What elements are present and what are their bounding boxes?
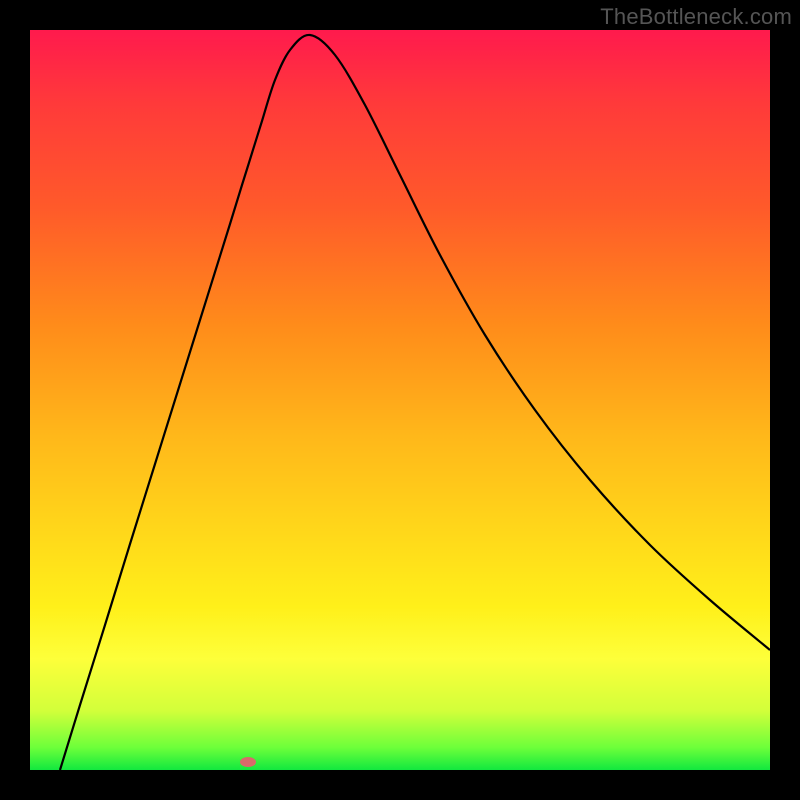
- plot-area: [30, 30, 770, 770]
- chart-frame: TheBottleneck.com: [0, 0, 800, 800]
- bottleneck-curve: [30, 30, 770, 770]
- watermark-text: TheBottleneck.com: [600, 4, 792, 30]
- min-marker-dot: [240, 757, 256, 767]
